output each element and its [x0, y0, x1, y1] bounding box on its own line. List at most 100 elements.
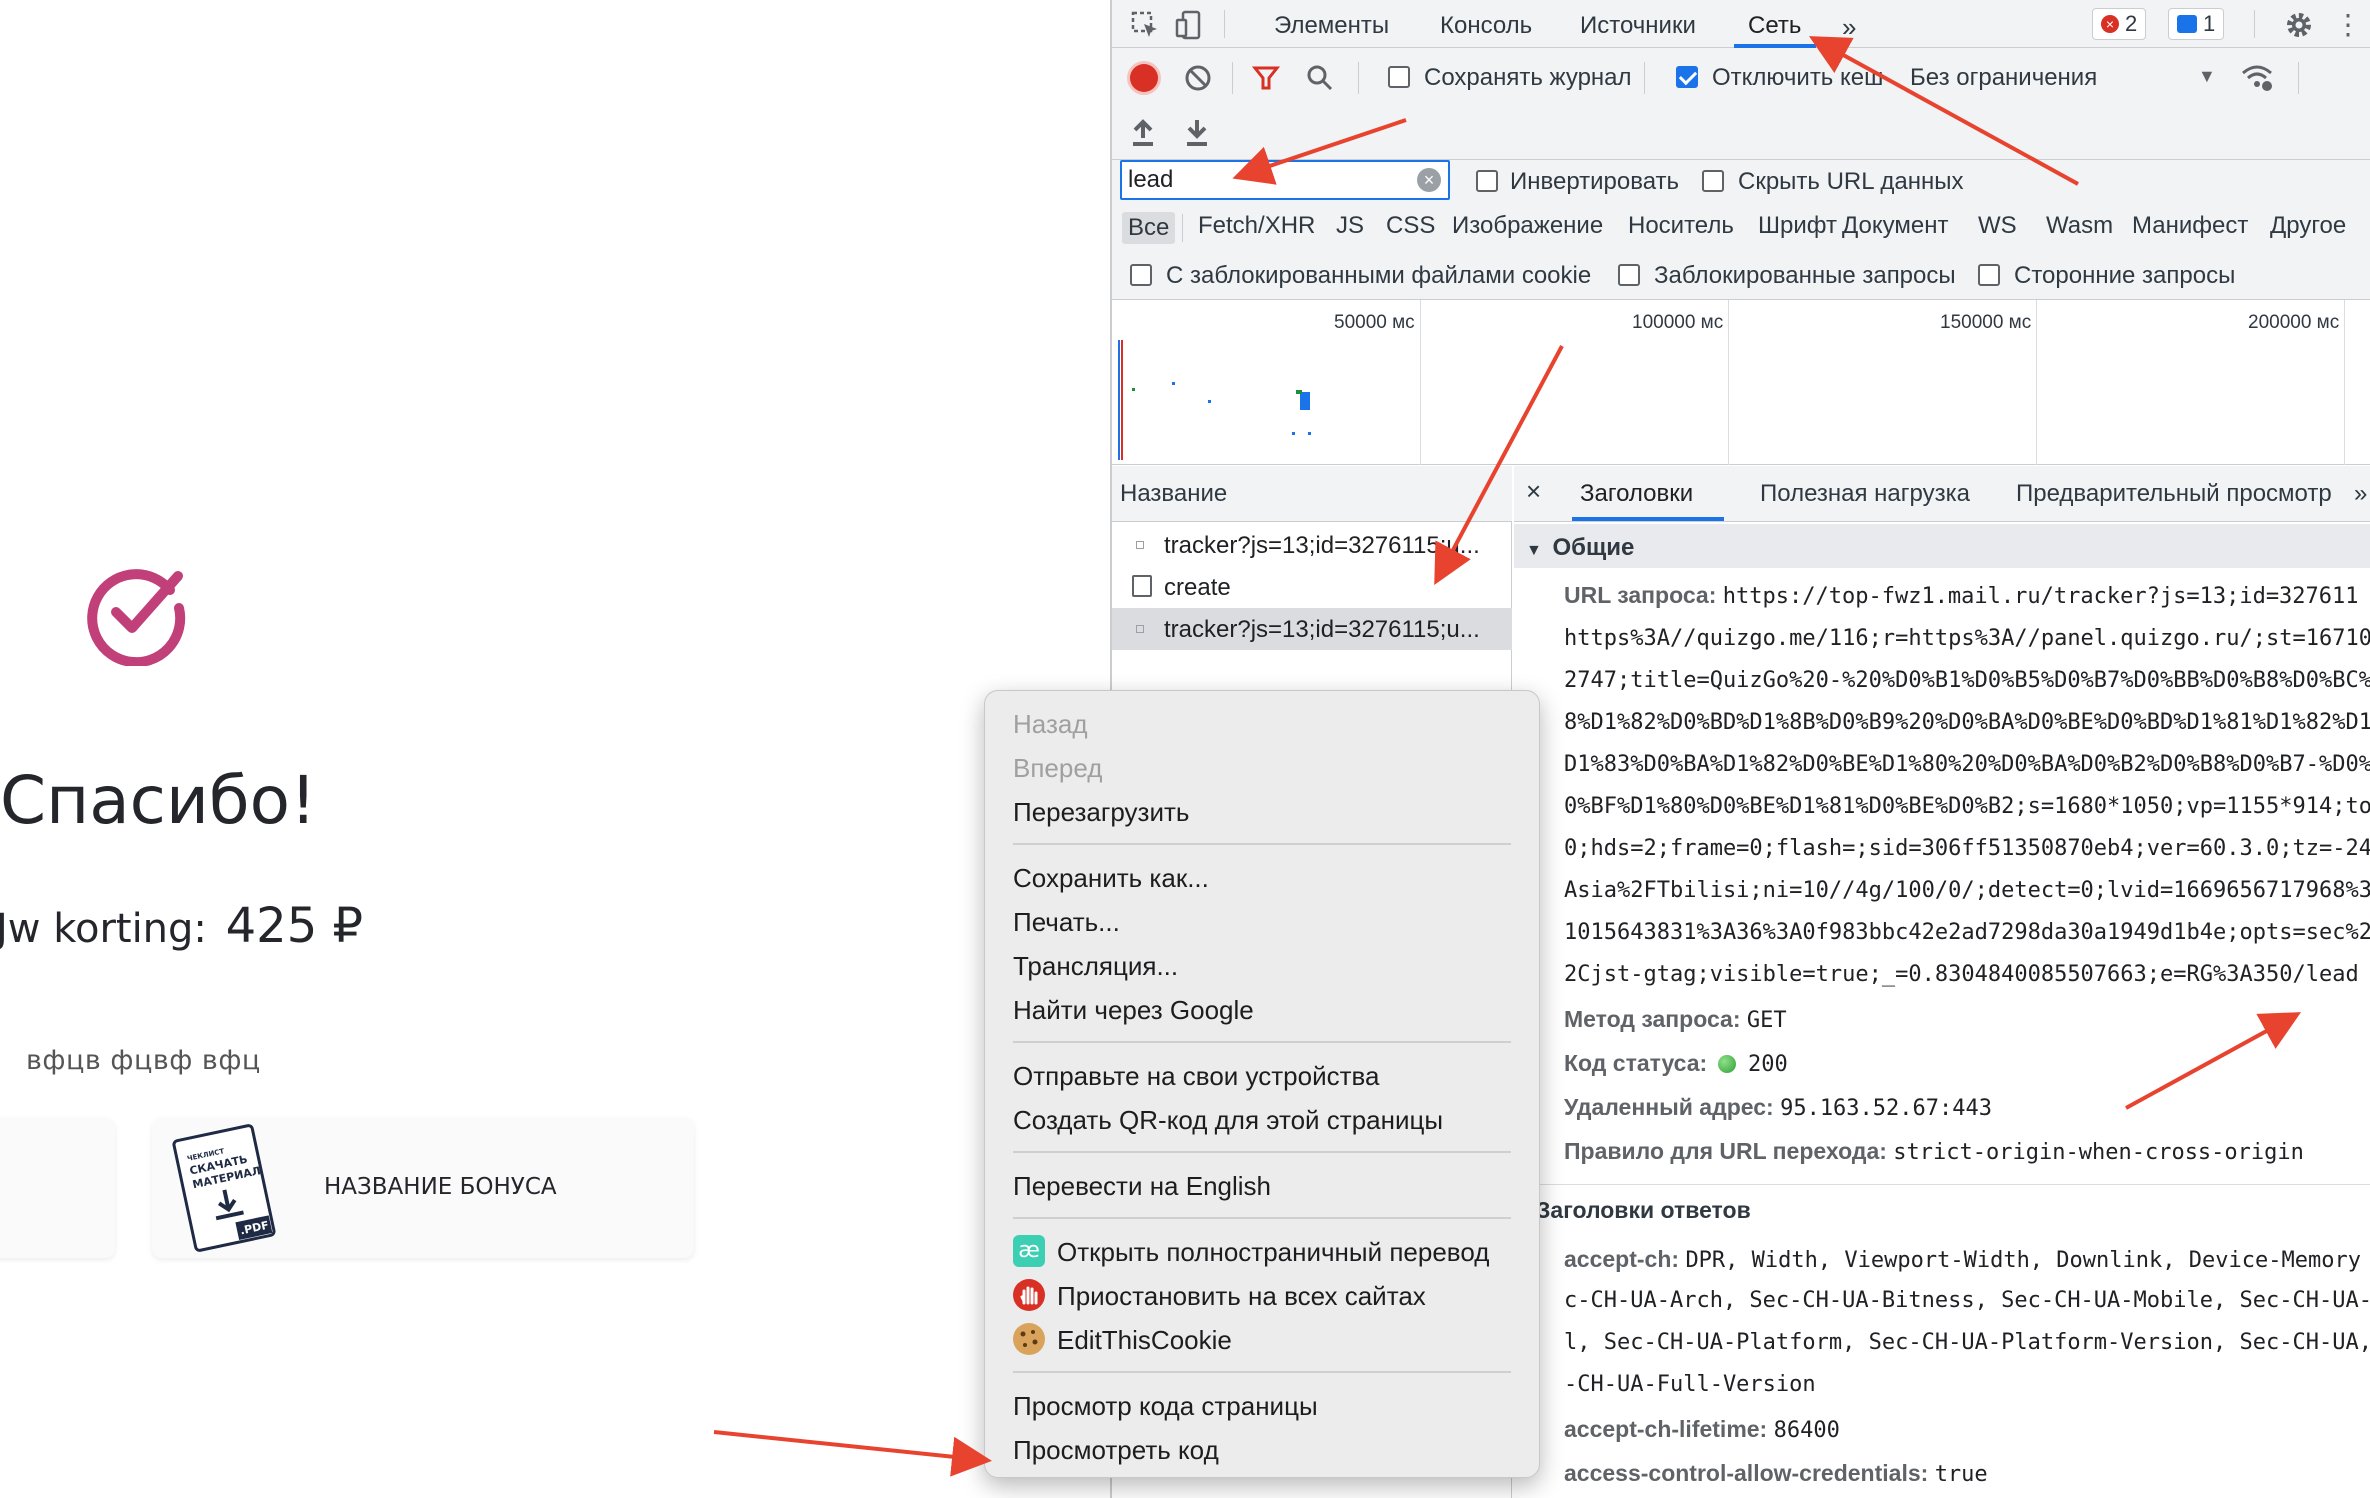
menu-item-save-as[interactable]: Сохранить как... — [1013, 863, 1209, 894]
menu-item-print[interactable]: Печать... — [1013, 907, 1120, 938]
messages-count: 1 — [2203, 11, 2216, 36]
acac-row: access-control-allow-credentials: true — [1564, 1460, 1988, 1487]
acac-value: true — [1934, 1462, 1988, 1487]
status-code-row: Код статуса: 200 — [1564, 1050, 1788, 1077]
accept-ch-row: accept-ch: DPR, Width, Viewport-Width, D… — [1564, 1246, 2361, 1273]
more-options-icon[interactable]: ⋮ — [2334, 8, 2362, 41]
request-row-selected[interactable]: tracker?js=13;id=3276115;u... — [1112, 608, 1512, 650]
tab-elements[interactable]: Элементы — [1274, 12, 1389, 40]
name-column-header[interactable]: Название — [1112, 466, 1512, 522]
type-filter-manifest[interactable]: Манифест — [2132, 212, 2248, 240]
menu-separator — [1013, 1371, 1511, 1373]
download-har-icon[interactable] — [1184, 118, 1210, 148]
menu-item-cast[interactable]: Трансляция... — [1013, 951, 1178, 982]
request-row[interactable]: tracker?js=13;id=3276115;u... — [1112, 524, 1512, 566]
chevron-down-icon[interactable]: ▼ — [2198, 66, 2216, 87]
type-filter-wasm[interactable]: Wasm — [2046, 212, 2113, 240]
request-url-value: 2Cjst-gtag;visible=true;_=0.830484008550… — [1564, 962, 2359, 987]
type-filter-css[interactable]: CSS — [1386, 212, 1435, 240]
adblock-stop-icon — [1013, 1279, 1045, 1311]
status-code-value: 200 — [1747, 1052, 1788, 1077]
type-filter-img[interactable]: Изображение — [1452, 212, 1603, 240]
blocked-requests-label: Заблокированные запросы — [1654, 262, 1956, 289]
timeline-overview[interactable]: 50000 мс 100000 мс 150000 мс 200000 мс — [1112, 300, 2370, 465]
request-url-label: URL запроса: — [1564, 582, 1717, 608]
menu-item-create-qr[interactable]: Создать QR-код для этой страницы — [1013, 1105, 1443, 1136]
timeline-tick: 100000 мс — [1632, 312, 1724, 333]
checkmark-circle-icon — [87, 569, 186, 666]
blocked-requests-checkbox[interactable] — [1618, 264, 1640, 286]
active-tab-indicator — [1572, 517, 1724, 521]
errors-count: 2 — [2125, 11, 2138, 36]
type-filter-js[interactable]: JS — [1336, 212, 1364, 240]
remote-address-row: Удаленный адрес: 95.163.52.67:443 — [1564, 1094, 1992, 1121]
gear-icon[interactable] — [2284, 10, 2314, 40]
filter-icon[interactable] — [1252, 64, 1280, 92]
accept-ch-value: DPR, Width, Viewport-Width, Downlink, De… — [1685, 1248, 2361, 1273]
more-tabs-chevron-icon[interactable]: » — [1842, 12, 1856, 43]
menu-item-editthiscookie[interactable]: EditThisCookie — [1057, 1325, 1232, 1356]
more-tabs-chevron-icon[interactable]: » — [2354, 480, 2367, 508]
blocked-cookies-label: С заблокированными файлами cookie — [1166, 262, 1592, 289]
upload-har-icon[interactable] — [1130, 118, 1156, 148]
third-party-label: Сторонние запросы — [2014, 262, 2236, 289]
acac-label: access-control-allow-credentials: — [1564, 1460, 1929, 1486]
menu-item-forward[interactable]: Вперед — [1013, 753, 1102, 784]
invert-checkbox[interactable] — [1476, 170, 1498, 192]
general-section-title: Общие — [1552, 534, 1635, 561]
general-section-header[interactable]: ▼ Общие — [1514, 524, 2370, 568]
clear-filter-icon[interactable]: × — [1417, 168, 1441, 192]
type-filter-fetch-xhr[interactable]: Fetch/XHR — [1198, 212, 1315, 240]
errors-counter[interactable]: × 2 — [2092, 8, 2147, 40]
request-url-value: 8%D1%82%D0%BD%D1%8B%D0%B9%20%D0%BA%D0%BE… — [1564, 710, 2370, 735]
tab-network[interactable]: Сеть — [1748, 12, 1801, 40]
disable-cache-checkbox[interactable] — [1676, 66, 1698, 88]
bonus-card[interactable] — [0, 1118, 115, 1258]
request-row[interactable]: create — [1112, 566, 1512, 608]
hide-data-urls-checkbox[interactable] — [1702, 170, 1724, 192]
menu-item-pause-all-sites[interactable]: Приостановить на всех сайтах — [1057, 1281, 1426, 1312]
preserve-log-checkbox[interactable] — [1388, 66, 1410, 88]
tab-payload[interactable]: Полезная нагрузка — [1760, 480, 1970, 508]
clear-log-icon[interactable] — [1184, 64, 1212, 92]
tab-headers[interactable]: Заголовки — [1580, 480, 1693, 508]
blocked-cookies-checkbox[interactable] — [1130, 264, 1152, 286]
type-filter-other[interactable]: Другое — [2270, 212, 2346, 240]
response-headers-section-header[interactable]: Заголовки ответов — [1514, 1184, 2370, 1234]
menu-item-inspect[interactable]: Просмотреть код — [1013, 1435, 1219, 1466]
tab-preview[interactable]: Предварительный просмотр — [2016, 480, 2332, 508]
accept-ch-value: c-CH-UA-Arch, Sec-CH-UA-Bitness, Sec-CH-… — [1564, 1288, 2370, 1313]
error-icon: × — [2101, 15, 2119, 33]
menu-item-reload[interactable]: Перезагрузить — [1013, 797, 1189, 828]
bonus-card[interactable]: ЧЕКЛИСТ СКАЧАТЬ МАТЕРИАЛ .PDF НАЗВАНИЕ Б… — [152, 1118, 694, 1258]
menu-item-view-source[interactable]: Просмотр кода страницы — [1013, 1391, 1318, 1422]
third-party-checkbox[interactable] — [1978, 264, 2000, 286]
record-icon[interactable] — [1130, 64, 1158, 92]
device-toolbar-icon[interactable] — [1174, 10, 1204, 40]
menu-item-back[interactable]: Назад — [1013, 709, 1088, 740]
throttling-select[interactable]: Без ограничения — [1910, 64, 2097, 92]
filter-input[interactable] — [1120, 160, 1450, 200]
inspect-element-icon[interactable] — [1130, 10, 1160, 40]
menu-item-full-page-translate[interactable]: Открыть полностраничный перевод — [1057, 1237, 1489, 1268]
menu-item-search-google[interactable]: Найти через Google — [1013, 995, 1254, 1026]
remote-address-label: Удаленный адрес: — [1564, 1094, 1774, 1120]
tab-sources[interactable]: Источники — [1580, 12, 1696, 40]
bonus-title: НАЗВАНИЕ БОНУСА — [324, 1174, 557, 1200]
messages-counter[interactable]: 1 — [2168, 8, 2225, 40]
accept-ch-value: l, Sec-CH-UA-Platform, Sec-CH-UA-Platfor… — [1564, 1330, 2370, 1355]
type-filter-doc[interactable]: Документ — [1842, 212, 1948, 240]
close-details-icon[interactable]: × — [1526, 476, 1541, 507]
network-conditions-icon[interactable] — [2240, 62, 2274, 92]
details-tabbar: × Заголовки Полезная нагрузка Предварите… — [1514, 466, 2370, 522]
type-filter-font[interactable]: Шрифт — [1758, 212, 1837, 240]
search-icon[interactable] — [1306, 64, 1334, 92]
type-filter-all[interactable]: Все — [1122, 212, 1176, 244]
menu-item-send-to-devices[interactable]: Отправьте на свои устройства — [1013, 1061, 1379, 1092]
menu-item-translate[interactable]: Перевести на English — [1013, 1171, 1271, 1202]
type-filter-ws[interactable]: WS — [1978, 212, 2017, 240]
type-filter-media[interactable]: Носитель — [1628, 212, 1734, 240]
request-url-value: 0%BF%D1%80%D0%BE%D1%81%D0%BE%D0%B2;s=168… — [1564, 794, 2370, 819]
request-type-icon — [1136, 625, 1144, 633]
tab-console[interactable]: Консоль — [1440, 12, 1532, 40]
